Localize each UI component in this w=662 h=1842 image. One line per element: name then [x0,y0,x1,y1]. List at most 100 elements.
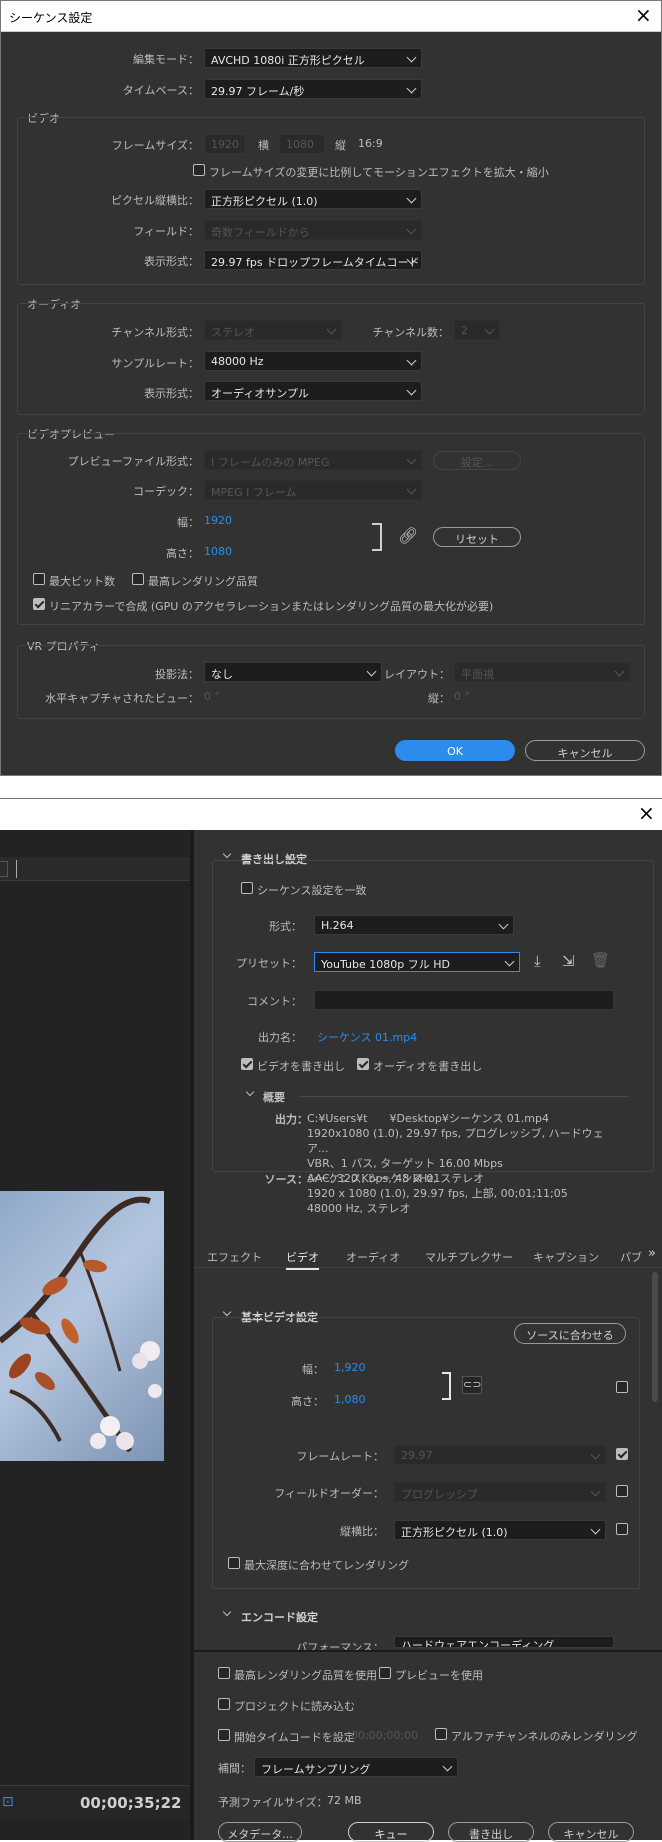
export-video-checkbox[interactable] [241,1058,253,1070]
set-start-tc-checkbox[interactable] [218,1729,230,1741]
tab-captions[interactable]: キャプション [533,1249,599,1265]
delete-preset-icon[interactable]: 🗑︎ [591,951,610,969]
fit-icon[interactable]: ⊡ [2,1794,14,1810]
start-tc-value[interactable]: 00;00;00;00 [351,1729,418,1742]
height-unit-label: 縦 [335,139,346,152]
codec-value: MPEG I フレーム [211,486,297,499]
export-video-label: ビデオを書き出し [257,1060,345,1073]
timecode-value[interactable]: 00;00;35;22 [80,1794,182,1812]
field-order-value: プログレッシブ [401,1488,478,1501]
encode-collapse-icon[interactable] [222,1607,232,1617]
chevron-down-icon [406,355,417,366]
preview-width-value[interactable]: 1920 [204,514,232,527]
v-value[interactable]: 0 ° [454,690,470,703]
source-line: 1920 x 1080 (1.0), 29.97 fps, 上部, 00;01;… [307,1187,568,1200]
audio-display-select[interactable]: オーディオサンプル [204,381,422,401]
channel-count-select[interactable]: 2 [454,320,500,340]
export-button[interactable]: 書き出し [448,1822,534,1842]
alpha-only-checkbox[interactable] [435,1728,447,1740]
linear-color-checkbox[interactable] [33,598,45,610]
preview-file-select[interactable]: I フレームのみの MPEG [204,450,422,470]
chevron-down-icon [406,224,417,235]
field-label: フィールド： [133,225,199,238]
title-bar: シーケンス設定 × [1,1,661,32]
output-name-link[interactable]: シーケンス 01.mp4 [317,1029,417,1045]
use-max-render-checkbox[interactable] [218,1667,230,1679]
timebase-value: 29.97 フレーム/秒 [211,85,305,98]
export-width-value[interactable]: 1,920 [334,1361,366,1374]
field-order-select[interactable]: プログレッシブ [394,1482,606,1502]
export-height-value[interactable]: 1,080 [334,1393,366,1406]
channel-format-select[interactable]: ステレオ [204,320,342,340]
use-preview-checkbox[interactable] [379,1667,391,1679]
import-project-checkbox[interactable] [218,1698,230,1710]
preview-image [0,1191,164,1461]
preset-select[interactable]: YouTube 1080p フル HD [314,952,520,972]
cancel-button[interactable]: キャンセル [525,740,645,761]
import-preset-icon[interactable]: ⇲ [562,952,575,970]
max-depth-render-checkbox[interactable] [228,1557,240,1569]
close-icon[interactable]: × [635,3,652,27]
link-icon[interactable]: ⊂⊃ [462,1376,482,1394]
source-summary: シーケンス, シーケンス 01 1920 x 1080 (1.0), 29.97… [307,1171,607,1216]
projection-select[interactable]: なし [204,662,382,682]
cancel-button-2[interactable]: キャンセル [548,1822,634,1842]
collapse-icon[interactable] [222,849,232,859]
frame-rate-checkbox[interactable] [616,1448,628,1460]
layout-value: 平面視 [461,668,494,681]
format-select[interactable]: H.264 [314,915,514,935]
link-icon[interactable]: 🔗︎ [398,526,418,545]
tab-video[interactable]: ビデオ [286,1249,319,1270]
match-source-button[interactable]: ソースに合わせる [514,1323,626,1344]
scale-motion-label: フレームサイズの変更に比例してモーションエフェクトを拡大・縮小 [209,166,549,179]
preview-settings-button[interactable]: 設定... [433,451,521,470]
tab-multiplexer[interactable]: マルチプレクサー [425,1249,513,1265]
aspect-select[interactable]: 正方形ピクセル (1.0) [394,1520,606,1540]
max-bit-depth-checkbox[interactable] [33,573,45,585]
tab-effects[interactable]: エフェクト [207,1249,262,1265]
settings-scrollbar[interactable] [652,1272,658,1402]
comment-input[interactable] [314,990,614,1010]
v-label: 縦： [428,692,450,705]
chevron-down-icon [406,484,417,495]
reset-button[interactable]: リセット [433,527,521,547]
ok-button[interactable]: OK [395,740,515,761]
field-select[interactable]: 奇数フィールドから [204,220,422,240]
frame-height-input[interactable]: 1080 [279,134,325,154]
h-capture-value[interactable]: 0 ° [204,690,220,703]
tab-publish[interactable]: パブ [620,1249,642,1265]
tab-overflow-icon[interactable]: » [648,1246,656,1261]
toolbar-dropdown[interactable] [0,861,8,877]
codec-select[interactable]: MPEG I フレーム [204,480,422,500]
pixel-aspect-select[interactable]: 正方形ピクセル (1.0) [204,189,422,209]
sample-rate-select[interactable]: 48000 Hz [204,351,422,371]
override-size-checkbox[interactable] [616,1381,628,1393]
preview-height-value[interactable]: 1080 [204,545,232,558]
queue-button[interactable]: キュー [348,1822,434,1842]
max-render-quality-checkbox[interactable] [132,573,144,585]
metadata-button[interactable]: メタデータ... [218,1822,302,1842]
scale-motion-checkbox[interactable] [193,164,205,176]
tab-audio[interactable]: オーディオ [346,1249,400,1265]
basic-video-collapse-icon[interactable] [222,1307,232,1317]
match-sequence-checkbox[interactable] [241,882,253,894]
frame-rate-value: 29.97 [401,1449,433,1462]
display-format-select[interactable]: 29.97 fps ドロップフレームタイムコード [204,250,422,270]
layout-select[interactable]: 平面視 [454,662,630,682]
interp-select[interactable]: フレームサンプリング [254,1757,458,1777]
close-icon[interactable]: × [638,801,655,825]
performance-select[interactable]: ハードウェアエンコーディング [394,1636,614,1648]
export-audio-checkbox[interactable] [357,1058,369,1070]
import-project-label: プロジェクトに読み込む [234,1700,355,1713]
frame-width-input[interactable]: 1920 [204,134,246,154]
field-order-checkbox[interactable] [616,1485,628,1497]
link-bracket-2 [442,1372,451,1400]
alpha-only-label: アルファチャンネルのみレンダリング [451,1730,638,1743]
aspect-checkbox[interactable] [616,1523,628,1535]
chevron-down-icon [442,1761,453,1772]
editing-mode-select[interactable]: AVCHD 1080i 正方形ピクセル [204,48,422,68]
timebase-select[interactable]: 29.97 フレーム/秒 [204,79,422,99]
frame-rate-select[interactable]: 29.97 [394,1445,606,1465]
est-size-value: 72 MB [327,1794,362,1807]
save-preset-icon[interactable]: ⤓ [534,952,541,970]
